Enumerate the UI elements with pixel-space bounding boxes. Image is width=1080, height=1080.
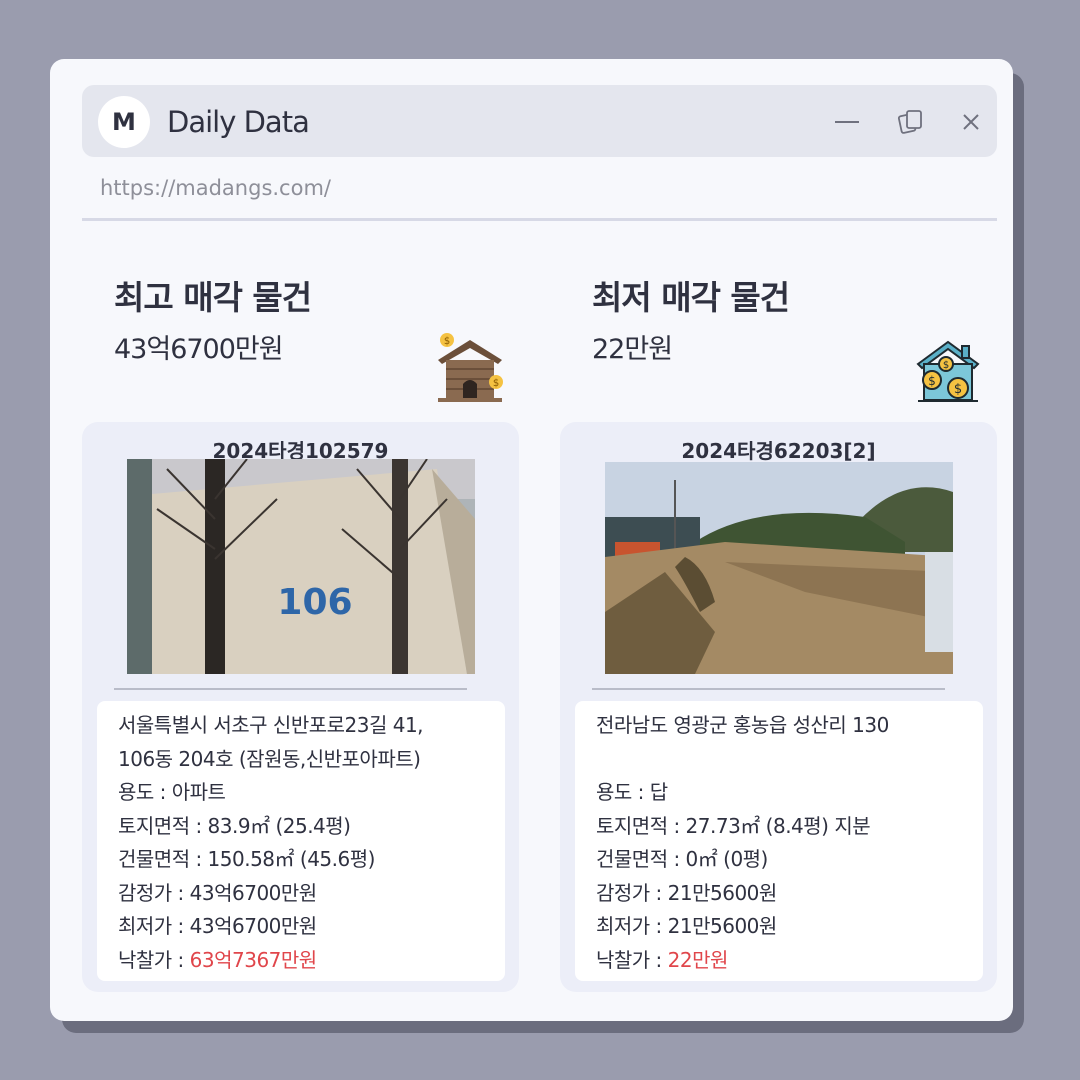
house-coins-icon: $ $ $ <box>916 340 980 402</box>
case-number: 2024타경62203[2] <box>681 439 876 463</box>
minimum-price: 최저가 : 21만5600원 <box>596 914 777 938</box>
minimize-button[interactable] <box>830 105 864 139</box>
appraisal-price: 감정가 : 21만5600원 <box>596 880 777 905</box>
highest-heading: 최고 매각 물건 <box>114 278 312 317</box>
svg-text:$: $ <box>954 382 962 397</box>
address-line-1: 서울특별시 서초구 신반포로23길 41, <box>118 713 424 737</box>
winning-bid: 낙찰가 : 22만원 <box>596 944 983 978</box>
property-photo <box>605 462 953 674</box>
building-area: 건물면적 : 0㎡ (0평) <box>596 847 768 871</box>
close-icon <box>963 114 979 130</box>
app-window: M Daily Data https://madangs.com/ 최고 매각 … <box>50 59 1013 1021</box>
svg-text:$: $ <box>444 336 450 347</box>
card-divider <box>114 688 467 690</box>
title-bar: M Daily Data <box>82 85 997 157</box>
minimum-price: 최저가 : 43억6700만원 <box>118 914 317 938</box>
appraisal-price: 감정가 : 43억6700만원 <box>118 880 317 905</box>
building-number: 106 <box>277 582 352 623</box>
card-divider <box>592 688 945 690</box>
lowest-amount: 22만원 <box>592 334 673 365</box>
land-area: 토지면적 : 83.9㎡ (25.4평) <box>118 813 351 838</box>
usage: 용도 : 아파트 <box>118 780 226 804</box>
land-area: 토지면적 : 27.73㎡ (8.4평) 지분 <box>596 813 871 838</box>
restore-button[interactable] <box>894 105 928 139</box>
address-url[interactable]: https://madangs.com/ <box>100 176 331 200</box>
restore-icon <box>897 110 922 134</box>
lowest-heading: 최저 매각 물건 <box>592 278 790 317</box>
lowest-listing-card[interactable]: 2024타경62203[2] 전라남도 영광군 홍농읍 성산리 130 용도 :… <box>560 422 997 992</box>
svg-text:$: $ <box>943 360 949 371</box>
svg-text:$: $ <box>928 374 936 388</box>
highest-listing-card[interactable]: 2024타경102579 106 서울특별시 서초구 신반포로23길 41, 1… <box>82 422 519 992</box>
property-photo: 106 <box>127 459 475 674</box>
minimize-icon <box>835 121 859 123</box>
winning-bid-value: 22만원 <box>667 947 729 972</box>
app-title: Daily Data <box>167 105 310 139</box>
building-area: 건물면적 : 150.58㎡ (45.6평) <box>118 847 375 871</box>
winning-bid-value: 63억7367만원 <box>189 947 318 972</box>
header-divider <box>82 218 997 221</box>
highest-amount: 43억6700만원 <box>114 334 284 365</box>
close-button[interactable] <box>954 105 988 139</box>
winning-bid: 낙찰가 : 63억7367만원 <box>118 944 505 978</box>
winning-bid-label: 낙찰가 : <box>118 947 190 972</box>
app-logo: M <box>98 96 150 148</box>
svg-text:$: $ <box>493 378 499 389</box>
address-line-2 <box>596 743 983 777</box>
listing-details: 전라남도 영광군 홍농읍 성산리 130 용도 : 답 토지면적 : 27.73… <box>575 701 983 981</box>
address-line-1: 전라남도 영광군 홍농읍 성산리 130 <box>596 713 889 737</box>
house-money-icon: $ $ <box>438 333 503 402</box>
listing-details: 서울특별시 서초구 신반포로23길 41, 106동 204호 (잠원동,신반포… <box>97 701 505 981</box>
usage: 용도 : 답 <box>596 780 668 804</box>
address-line-2: 106동 204호 (잠원동,신반포아파트) <box>118 746 421 771</box>
winning-bid-label: 낙찰가 : <box>596 947 668 972</box>
